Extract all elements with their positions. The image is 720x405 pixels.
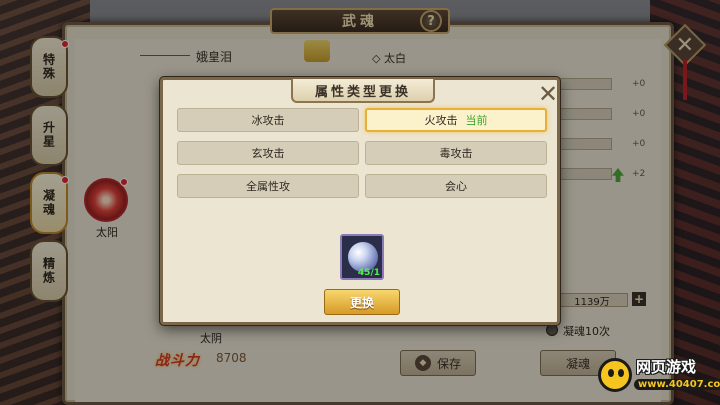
current-tag: 当前	[465, 114, 488, 127]
dialog-close-icon[interactable]: ✕	[537, 82, 559, 106]
watermark-url: www.40407.com	[634, 379, 720, 390]
option-label: 火攻击	[424, 114, 458, 127]
gem-count: 45/1	[357, 268, 380, 278]
option-mystic-attack[interactable]: 玄攻击	[177, 141, 359, 165]
mascot-face-icon	[598, 358, 632, 392]
watermark-title: 网页游戏	[636, 358, 697, 376]
attribute-change-dialog: 属性类型更换 ✕ 冰攻击 火攻击 当前 玄攻击 毒攻击 全属性攻 会心 45/1…	[160, 77, 560, 325]
option-label: 毒攻击	[439, 147, 473, 160]
option-critical[interactable]: 会心	[365, 174, 547, 198]
option-label: 全属性攻	[246, 180, 290, 193]
option-ice-attack[interactable]: 冰攻击	[177, 108, 359, 132]
change-button-label: 更换	[349, 295, 374, 310]
option-poison-attack[interactable]: 毒攻击	[365, 141, 547, 165]
option-label: 玄攻击	[251, 147, 285, 160]
change-button[interactable]: 更换	[324, 289, 400, 315]
option-all-attribute-attack[interactable]: 全属性攻	[177, 174, 359, 198]
gem-item-slot[interactable]: 45/1	[340, 234, 384, 280]
option-fire-attack[interactable]: 火攻击 当前	[365, 108, 547, 132]
dialog-title: 属性类型更换	[291, 79, 435, 103]
site-watermark-logo: 网页游戏 www.40407.com	[590, 352, 720, 402]
option-label: 会心	[445, 180, 467, 193]
option-label: 冰攻击	[251, 114, 285, 127]
